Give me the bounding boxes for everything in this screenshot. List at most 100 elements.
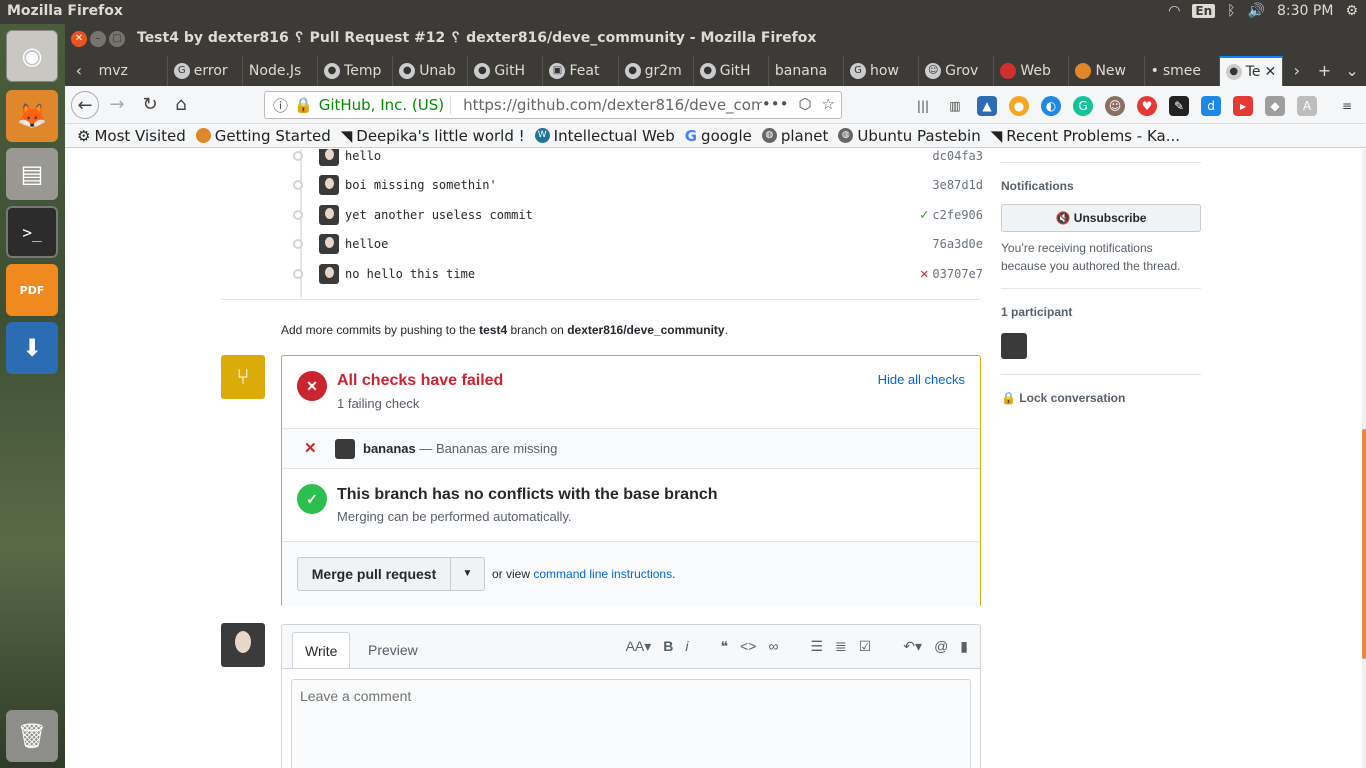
window-close-button[interactable]: ✕ <box>71 31 87 47</box>
browser-tab[interactable]: ● GitH <box>694 56 769 86</box>
settings-gear-icon[interactable]: ⚙ <box>1345 3 1358 19</box>
author-avatar[interactable] <box>319 149 339 166</box>
browser-tab[interactable]: ● gr2m <box>619 56 694 86</box>
browser-tab[interactable]: • smee <box>1145 56 1220 86</box>
check-failure-icon[interactable]: ✕ <box>920 266 928 282</box>
firefox-launcher-icon[interactable]: 🦊 <box>6 90 58 142</box>
author-avatar[interactable] <box>319 234 339 254</box>
unsubscribe-button[interactable]: 🔇 Unsubscribe <box>1001 204 1201 232</box>
browser-tab[interactable]: Gerror <box>168 56 243 86</box>
browser-tab-active[interactable]: ● Te ✕ <box>1219 56 1284 86</box>
author-avatar[interactable] <box>319 264 339 284</box>
author-avatar[interactable] <box>319 175 339 195</box>
bookmark-item[interactable]: Getting Started <box>195 127 331 145</box>
lock-conversation-link[interactable]: 🔒 Lock conversation <box>1001 391 1125 405</box>
hide-all-checks-link[interactable]: Hide all checks <box>878 372 965 387</box>
grammarly-icon[interactable]: G <box>1073 96 1093 116</box>
keyboard-language[interactable]: En <box>1192 4 1216 18</box>
browser-tab[interactable]: banana <box>769 56 845 86</box>
page-actions-icon[interactable]: ••• <box>762 95 789 113</box>
extension-icon[interactable]: ● <box>1009 96 1029 116</box>
code-icon[interactable]: <> <box>740 638 756 655</box>
merge-pull-request-button[interactable]: Merge pull request <box>297 557 451 591</box>
browser-tab[interactable]: New <box>1069 56 1145 86</box>
library-icon[interactable]: ||| <box>913 96 933 116</box>
tab-list-chevron-icon[interactable]: ⌄ <box>1338 56 1366 86</box>
participant-avatar[interactable] <box>1001 333 1027 359</box>
header-text-icon[interactable]: AA▾ <box>626 638 652 655</box>
bold-icon[interactable]: B <box>663 638 673 655</box>
commit-sha[interactable]: 76a3d0e <box>932 237 983 251</box>
tab-preview[interactable]: Preview <box>356 632 430 669</box>
check-success-icon[interactable]: ✓ <box>920 207 928 223</box>
window-minimize-button[interactable]: – <box>90 31 106 47</box>
reply-icon[interactable]: ↶▾ <box>903 638 922 655</box>
extension-icon[interactable]: ✎ <box>1169 96 1189 116</box>
command-line-instructions-link[interactable]: command line instructions <box>533 567 672 581</box>
bookmark-star-icon[interactable]: ☆ <box>822 95 835 113</box>
tab-write[interactable]: Write <box>292 632 351 670</box>
download-manager-launcher-icon[interactable]: ⬇ <box>6 322 58 374</box>
info-icon[interactable]: ⓘ <box>273 95 288 116</box>
browser-tab[interactable]: ▣ Feat <box>543 56 619 86</box>
extension-icon[interactable]: ▲ <box>977 96 997 116</box>
bookmark-item[interactable]: Ggoogle <box>685 127 752 145</box>
user-avatar[interactable] <box>221 623 265 667</box>
page-scrollbar[interactable] <box>1362 149 1366 768</box>
bulleted-list-icon[interactable]: ☰ <box>810 638 823 655</box>
bookmark-item[interactable]: ⚙ Most Visited <box>77 127 186 145</box>
bookmark-item[interactable]: ◥ Recent Problems - Ka... <box>991 127 1180 145</box>
commit-message[interactable]: helloe <box>345 237 388 251</box>
commit-sha[interactable]: dc04fa3 <box>932 149 983 163</box>
browser-tab[interactable]: ● GitH <box>468 56 544 86</box>
link-icon[interactable]: ∞ <box>768 638 778 655</box>
pocket-icon[interactable]: ⬡ <box>798 95 811 113</box>
bluetooth-icon[interactable]: ᛒ <box>1227 3 1235 19</box>
window-maximize-button[interactable]: □ <box>109 31 125 47</box>
task-list-icon[interactable]: ☑ <box>859 638 872 655</box>
comment-textarea[interactable] <box>291 679 971 768</box>
forward-arrow-icon[interactable]: → <box>103 91 131 119</box>
author-avatar[interactable] <box>319 205 339 225</box>
quote-icon[interactable]: ❝ <box>721 638 729 655</box>
mention-icon[interactable]: @ <box>934 638 948 655</box>
pdf-editor-launcher-icon[interactable]: PDF <box>6 264 58 316</box>
saved-replies-bookmark-icon[interactable]: ▮ <box>960 638 968 655</box>
extension-icon[interactable]: A <box>1297 96 1317 116</box>
commit-sha[interactable]: 3e87d1d <box>932 178 983 192</box>
url-text[interactable]: https://github.com/dexter816/deve_com <box>450 96 766 114</box>
repo-name[interactable]: dexter816/deve_community <box>567 323 724 337</box>
browser-tab[interactable]: ● Unab <box>393 56 469 86</box>
tab-scroll-left-icon[interactable]: ‹ <box>65 56 93 86</box>
browser-tab[interactable]: ☺ Grov <box>919 56 995 86</box>
browser-tab[interactable]: ● Temp <box>318 56 394 86</box>
trash-launcher-icon[interactable]: 🗑 <box>6 710 58 762</box>
browser-tab[interactable]: Web <box>994 56 1070 86</box>
terminal-launcher-icon[interactable]: >_ <box>6 206 58 258</box>
numbered-list-icon[interactable]: ≣ <box>835 638 847 655</box>
tab-scroll-right-icon[interactable]: › <box>1283 56 1311 86</box>
extension-icon[interactable]: ▸ <box>1233 96 1253 116</box>
back-arrow-icon[interactable]: ← <box>71 91 99 119</box>
clock[interactable]: 8:30 PM <box>1277 3 1333 19</box>
volume-icon[interactable]: 🔊 <box>1248 3 1265 19</box>
url-bar[interactable]: ⓘ 🔒 GitHub, Inc. (US) https://github.com… <box>264 91 842 119</box>
browser-tab[interactable]: mvz <box>93 56 168 86</box>
extension-icon[interactable]: d <box>1201 96 1221 116</box>
scrollbar-thumb[interactable] <box>1362 429 1366 659</box>
merge-method-dropdown-icon[interactable]: ▼ <box>450 557 485 591</box>
ubuntu-dash-icon[interactable]: ◉ <box>6 30 58 82</box>
browser-tab[interactable]: Node.Js <box>243 56 319 86</box>
italic-icon[interactable]: i <box>685 638 688 655</box>
commit-message[interactable]: boi missing somethin' <box>345 178 497 192</box>
commit-message[interactable]: no hello this time <box>345 267 475 281</box>
bookmark-item[interactable]: ◍ planet <box>761 127 828 145</box>
commit-sha[interactable]: ✕ 03707e7 <box>920 266 983 282</box>
new-tab-icon[interactable]: + <box>1311 56 1339 86</box>
home-icon[interactable]: ⌂ <box>167 91 195 119</box>
wifi-icon[interactable]: ◠ <box>1168 3 1180 19</box>
sidebar-icon[interactable]: ▥ <box>945 96 965 116</box>
extension-icon[interactable]: ☺ <box>1105 96 1125 116</box>
commit-message[interactable]: hello <box>345 149 381 163</box>
files-launcher-icon[interactable]: ▤ <box>6 148 58 200</box>
